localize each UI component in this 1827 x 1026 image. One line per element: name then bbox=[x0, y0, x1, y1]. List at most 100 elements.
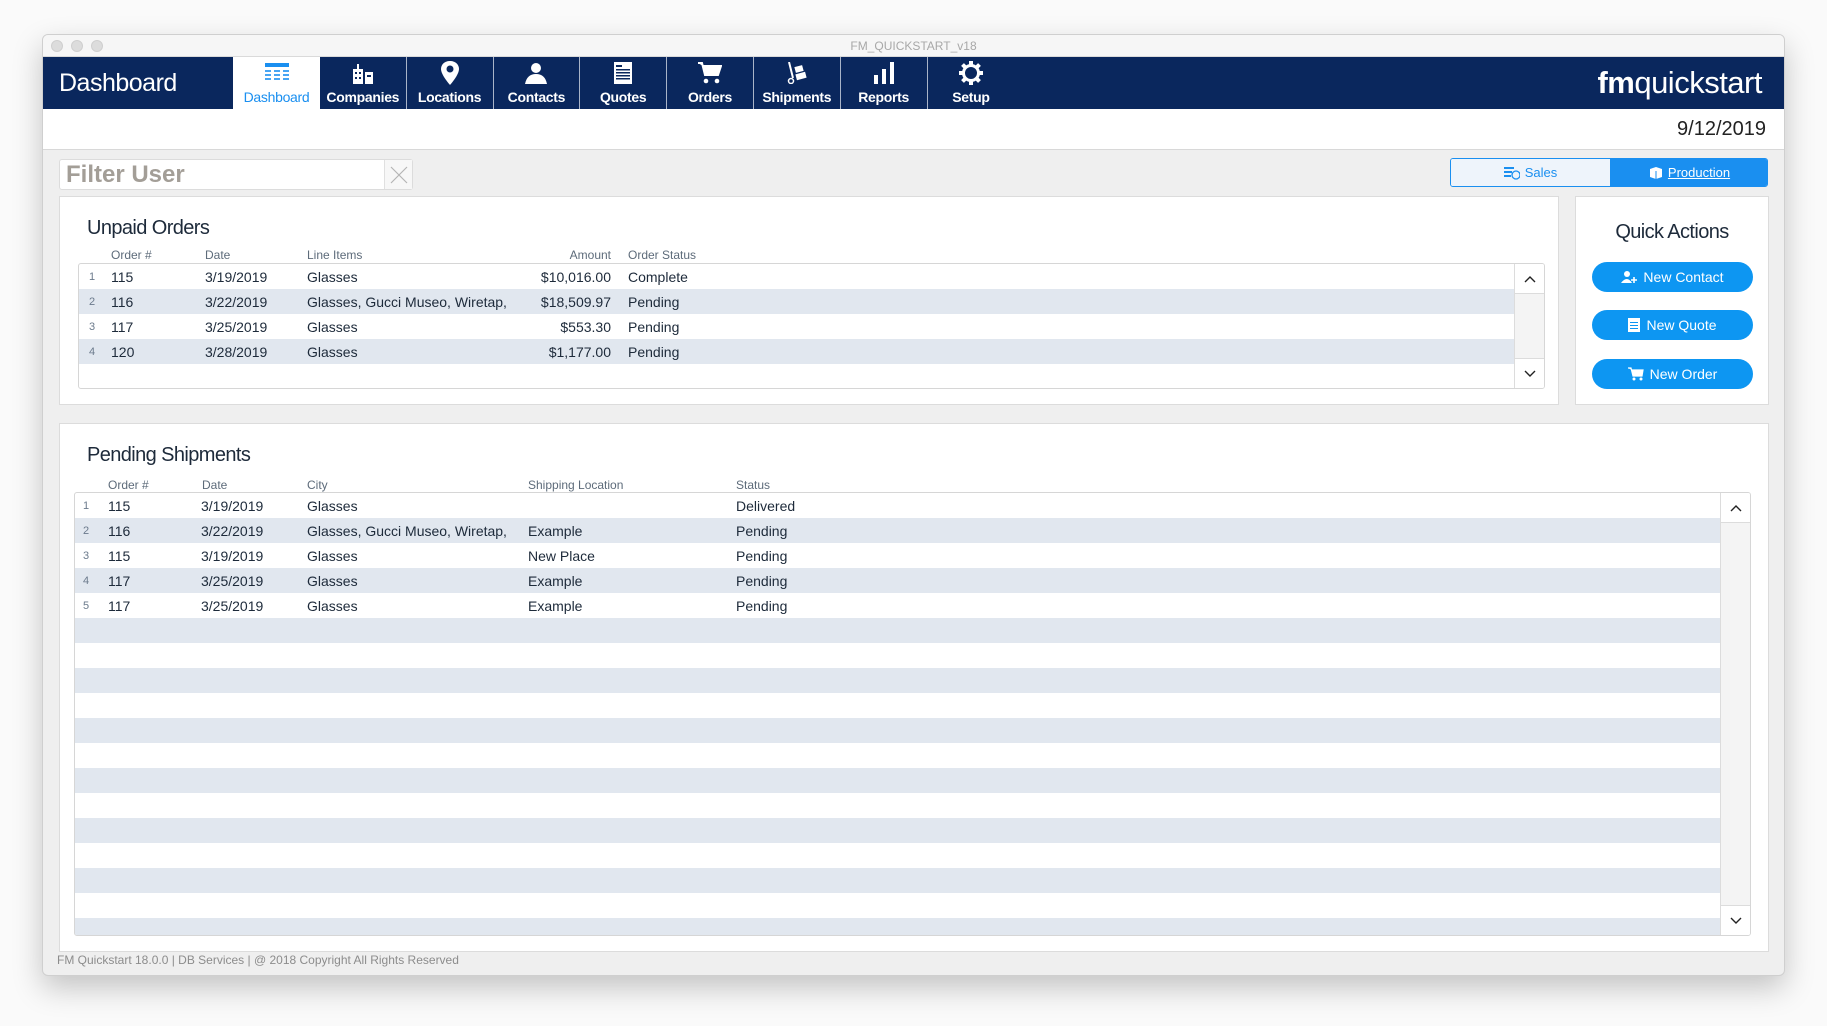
chevron-down-icon bbox=[1524, 370, 1535, 377]
unpaid-scrollbar[interactable] bbox=[1514, 264, 1544, 388]
col-status: Status bbox=[736, 478, 771, 492]
order-date: 3/19/2019 bbox=[201, 548, 264, 564]
nav-tab-label: Contacts bbox=[507, 89, 566, 105]
nav-tab-orders[interactable]: Orders bbox=[667, 57, 754, 109]
order-number: 117 bbox=[108, 573, 131, 589]
empty-row bbox=[75, 668, 1720, 693]
order-date: 3/25/2019 bbox=[201, 598, 264, 614]
order-date: 3/25/2019 bbox=[201, 573, 264, 589]
pending-shipments-title: Pending Shipments bbox=[87, 444, 251, 466]
chevron-up-icon bbox=[1524, 275, 1535, 282]
document-icon bbox=[580, 61, 666, 85]
nav-tab-contacts[interactable]: Contacts bbox=[493, 57, 581, 109]
close-icon bbox=[390, 166, 407, 183]
col-city: City bbox=[307, 478, 328, 492]
line-items: Glasses bbox=[307, 269, 358, 285]
new-quote-button[interactable]: New Quote bbox=[1592, 310, 1753, 340]
table-row[interactable]: 4 117 3/25/2019 Glasses Example Pending bbox=[75, 568, 1720, 593]
row-number: 4 bbox=[89, 346, 96, 358]
empty-row bbox=[75, 618, 1720, 643]
quick-actions-title: Quick Actions bbox=[1615, 221, 1729, 243]
gear-icon bbox=[927, 61, 1014, 85]
table-row[interactable]: 3 117 3/25/2019 Glasses $553.30 Pending bbox=[79, 314, 1514, 339]
table-row[interactable]: 5 117 3/25/2019 Glasses Example Pending bbox=[75, 593, 1720, 618]
brand-light: quickstart bbox=[1634, 65, 1762, 100]
table-row[interactable]: 4 120 3/28/2019 Glasses $1,177.00 Pending bbox=[79, 339, 1514, 364]
city: Glasses bbox=[307, 498, 358, 514]
scroll-up-button[interactable] bbox=[1515, 264, 1544, 294]
line-items: Glasses bbox=[307, 319, 358, 335]
row-number: 3 bbox=[89, 321, 96, 333]
nav-tab-locations[interactable]: Locations bbox=[407, 57, 494, 109]
window-title: FM_QUICKSTART_v18 bbox=[850, 39, 977, 53]
bar-chart-icon bbox=[841, 61, 927, 85]
unpaid-orders-table: 1 115 3/19/2019 Glasses $10,016.00 Complete 2 1… bbox=[78, 263, 1545, 389]
order-number: 115 bbox=[108, 548, 131, 564]
sales-toggle-button[interactable]: Sales bbox=[1451, 159, 1610, 186]
scroll-down-button[interactable] bbox=[1515, 358, 1544, 388]
amount: $18,509.97 bbox=[540, 294, 611, 310]
filter-user-input[interactable] bbox=[66, 162, 386, 188]
chevron-up-icon bbox=[1730, 504, 1741, 511]
pending-shipments-panel: Pending Shipments Order # Date City Ship… bbox=[59, 423, 1769, 952]
shipment-status: Pending bbox=[736, 598, 788, 614]
empty-row bbox=[75, 868, 1720, 893]
new-quote-label: New Quote bbox=[1646, 317, 1717, 333]
nav-tab-label: Orders bbox=[687, 89, 733, 105]
pending-scrollbar[interactable] bbox=[1720, 493, 1750, 935]
quote-icon bbox=[1628, 318, 1641, 332]
table-row[interactable]: 1 115 3/19/2019 Glasses Delivered bbox=[75, 493, 1720, 518]
nav-tab-shipments[interactable]: Shipments bbox=[754, 57, 841, 109]
amount: $10,016.00 bbox=[540, 269, 611, 285]
shipping-location: Example bbox=[528, 523, 583, 539]
nav-tab-setup[interactable]: Setup bbox=[927, 57, 1014, 109]
col-order-number: Order # bbox=[111, 248, 152, 262]
row-number: 2 bbox=[89, 296, 96, 308]
box-icon bbox=[1649, 166, 1662, 179]
new-order-button[interactable]: New Order bbox=[1592, 359, 1753, 389]
clear-filter-button[interactable] bbox=[384, 160, 412, 189]
order-date: 3/25/2019 bbox=[205, 319, 268, 335]
new-contact-label: New Contact bbox=[1643, 269, 1724, 285]
row-number: 2 bbox=[83, 525, 90, 537]
order-number: 115 bbox=[108, 498, 131, 514]
table-row[interactable]: 3 115 3/19/2019 Glasses New Place Pending bbox=[75, 543, 1720, 568]
cart-icon bbox=[667, 61, 753, 85]
nav-tab-quotes[interactable]: Quotes bbox=[580, 57, 668, 109]
col-date: Date bbox=[205, 248, 231, 262]
table-row[interactable]: 2 116 3/22/2019 Glasses, Gucci Museo, Wiret… bbox=[79, 289, 1514, 314]
app-window: FM_QUICKSTART_v18 Dashboard Dashboard Com… bbox=[42, 34, 1785, 976]
table-row[interactable]: 1 115 3/19/2019 Glasses $10,016.00 Complete bbox=[79, 264, 1514, 289]
nav-tab-label: Reports bbox=[858, 89, 909, 105]
brand-bold: fm bbox=[1597, 65, 1635, 100]
order-date: 3/19/2019 bbox=[205, 269, 268, 285]
order-status: Pending bbox=[628, 319, 680, 335]
new-contact-button[interactable]: New Contact bbox=[1592, 262, 1753, 292]
order-date: 3/22/2019 bbox=[201, 523, 264, 539]
add-contact-icon bbox=[1621, 271, 1638, 283]
dashboard-grid-icon bbox=[233, 61, 320, 85]
empty-row bbox=[75, 718, 1720, 743]
order-number: 116 bbox=[108, 523, 131, 539]
nav-tab-dashboard[interactable]: Dashboard bbox=[233, 57, 320, 109]
nav-tab-companies[interactable]: Companies bbox=[320, 57, 407, 109]
quick-actions-panel: Quick Actions New Contact New Quote New … bbox=[1575, 196, 1769, 405]
top-nav: Dashboard Dashboard Companies Locations Con… bbox=[43, 57, 1784, 109]
nav-tab-label: Shipments bbox=[762, 89, 832, 105]
chevron-down-icon bbox=[1730, 917, 1741, 924]
order-number: 117 bbox=[111, 319, 134, 335]
person-icon bbox=[493, 61, 579, 85]
production-toggle-button[interactable]: Production bbox=[1610, 159, 1767, 186]
shipment-status: Delivered bbox=[736, 498, 796, 514]
map-pin-icon bbox=[407, 61, 493, 85]
scroll-up-button[interactable] bbox=[1721, 493, 1750, 523]
scroll-down-button[interactable] bbox=[1721, 905, 1750, 935]
empty-row bbox=[75, 743, 1720, 768]
table-row[interactable]: 2 116 3/22/2019 Glasses, Gucci Museo, Wiret… bbox=[75, 518, 1720, 543]
city: Glasses bbox=[307, 548, 358, 564]
row-number: 1 bbox=[83, 500, 90, 512]
nav-tab-reports[interactable]: Reports bbox=[841, 57, 928, 109]
empty-row bbox=[75, 768, 1720, 793]
shipment-status: Pending bbox=[736, 573, 788, 589]
order-status: Pending bbox=[628, 294, 680, 310]
